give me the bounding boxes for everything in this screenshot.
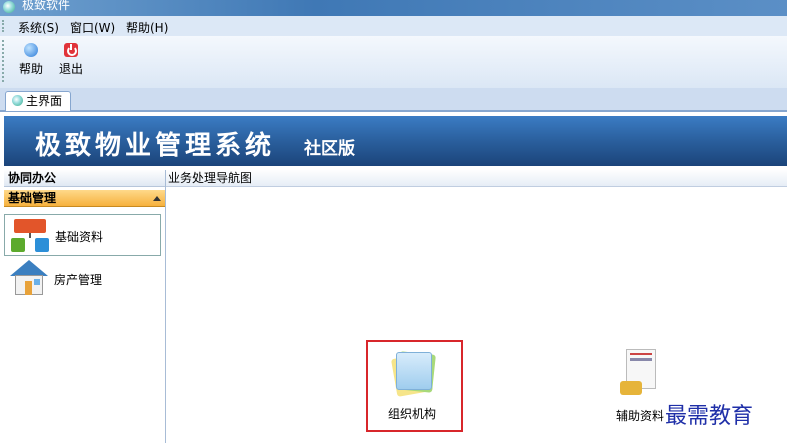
menubar-grip[interactable] xyxy=(2,20,6,32)
app-icon xyxy=(3,1,15,13)
sidebar-item-label: 基础资料 xyxy=(55,230,104,244)
main-panel-header: 业务处理导航图 xyxy=(166,170,787,187)
banner: 极致物业管理系统 社区版 xyxy=(4,116,787,166)
report-icon xyxy=(620,349,660,397)
home-tab-icon xyxy=(12,95,23,106)
menu-window[interactable]: 窗口(W) xyxy=(70,19,115,36)
sidebar-group-collaboration[interactable]: 协同办公 xyxy=(4,170,165,187)
exit-button-label: 退出 xyxy=(58,62,83,76)
exit-button[interactable]: 退出 xyxy=(54,39,88,85)
edition-label: 社区版 xyxy=(304,139,355,159)
collapse-arrow-icon[interactable] xyxy=(153,196,161,201)
tab-strip: 主界面 xyxy=(0,88,787,112)
help-button-label: 帮助 xyxy=(18,62,43,76)
sidebar-item-label: 房产管理 xyxy=(54,273,103,287)
menu-help[interactable]: 帮助(H) xyxy=(126,19,168,36)
power-icon xyxy=(64,43,78,57)
tab-main[interactable]: 主界面 xyxy=(5,91,72,111)
document-stack-icon xyxy=(390,350,436,397)
help-button[interactable]: 帮助 xyxy=(14,39,48,85)
toolbar-grip[interactable] xyxy=(2,40,6,82)
help-icon xyxy=(24,43,38,57)
system-name: 极致物业管理系统 xyxy=(35,131,276,161)
watermark: 最需教育 xyxy=(665,404,754,429)
menu-bar: 系统(S) 窗口(W) 帮助(H) xyxy=(0,16,787,36)
sidebar-group-basic-management[interactable]: 基础管理 xyxy=(4,190,165,207)
title-bar: 极致软件 xyxy=(0,0,787,16)
sidebar-group-basic-management-label: 基础管理 xyxy=(8,191,57,205)
tile-organization-label: 组织机构 xyxy=(388,407,437,421)
sidebar-item-property[interactable]: 房产管理 xyxy=(4,258,161,300)
tile-auxiliary-data-label: 辅助资料 xyxy=(616,409,665,423)
menu-system[interactable]: 系统(S) xyxy=(18,19,59,36)
window-title: 极致软件 xyxy=(22,0,71,12)
sidebar: 协同办公 基础管理 基础资料 房产管理 xyxy=(4,170,166,443)
tile-organization[interactable]: 组织机构 xyxy=(366,340,463,432)
toolbar: 帮助 退出 xyxy=(0,36,787,89)
tab-main-label: 主界面 xyxy=(26,94,63,108)
house-icon xyxy=(10,260,48,296)
org-chart-icon xyxy=(11,219,49,253)
tile-auxiliary-data[interactable]: 辅助资料 xyxy=(610,345,670,425)
sidebar-item-basic-data[interactable]: 基础资料 xyxy=(4,214,161,256)
